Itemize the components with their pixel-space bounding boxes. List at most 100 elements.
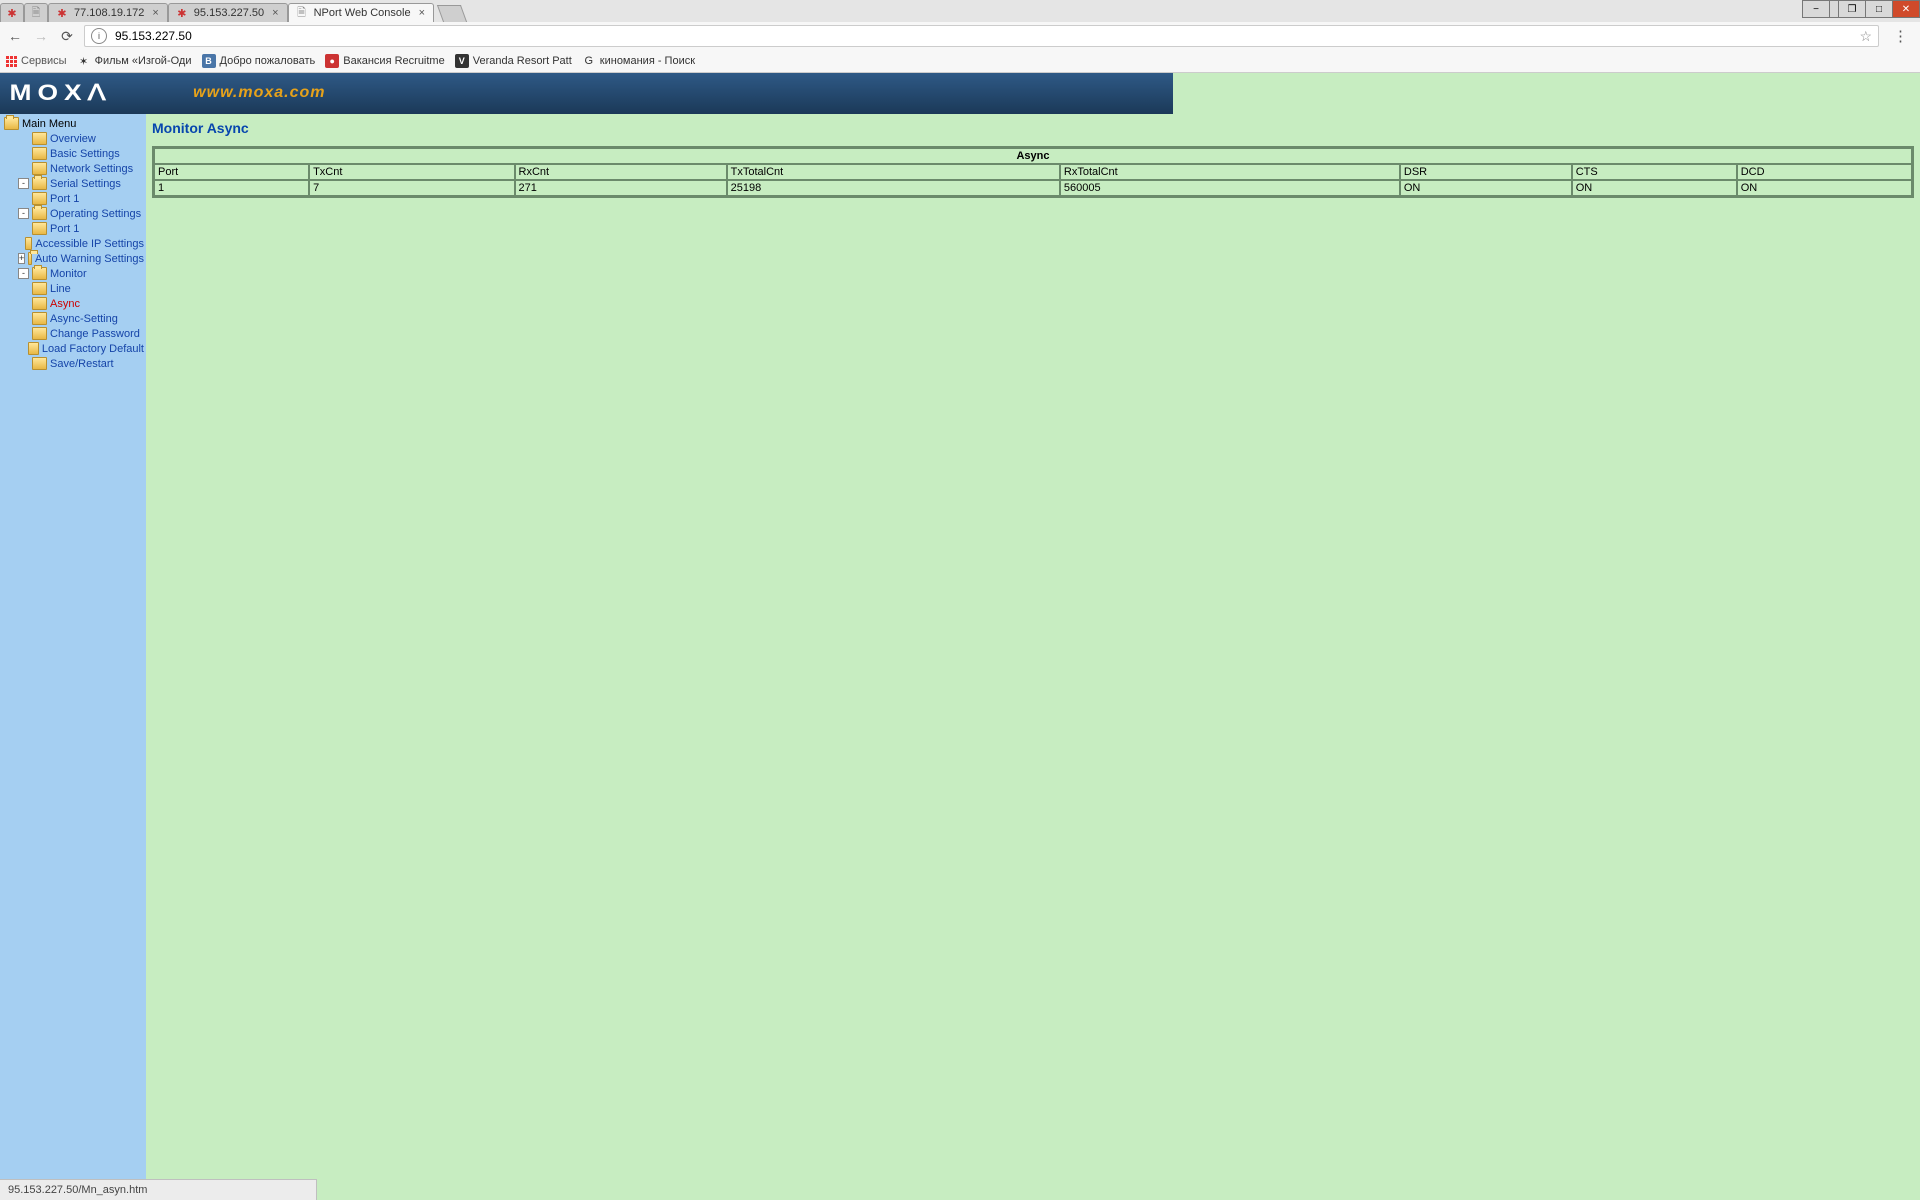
expand-icon[interactable]: - [18, 268, 29, 279]
tree-link[interactable]: Monitor [50, 268, 87, 280]
tree-item-async-setting[interactable]: Async-Setting [2, 311, 144, 326]
bookmark-icon: V [455, 54, 469, 68]
tree-item-network-settings[interactable]: Network Settings [2, 161, 144, 176]
tab-close-icon[interactable]: × [419, 7, 425, 19]
tree-link[interactable]: Overview [50, 133, 96, 145]
bookmark-label: Добро пожаловать [220, 55, 316, 67]
bookmark-star-icon[interactable]: ☆ [1859, 28, 1872, 45]
sidebar: Main Menu Overview Basic Settings Networ… [0, 114, 146, 1200]
col-txcnt: TxCnt [309, 164, 514, 180]
site-info-icon[interactable]: i [91, 28, 107, 44]
tree-item-auto-warning-settings[interactable]: + Auto Warning Settings [2, 251, 144, 266]
tab-label: 77.108.19.172 [74, 7, 144, 19]
tab-2[interactable]: ✱77.108.19.172× [48, 3, 168, 22]
tree-link[interactable]: Async [50, 298, 80, 310]
tab-close-icon[interactable]: × [152, 7, 158, 19]
folder-icon [32, 147, 47, 160]
tree-link[interactable]: Save/Restart [50, 358, 114, 370]
page-title: Monitor Async [152, 120, 1914, 136]
window-close-button[interactable]: ✕ [1893, 0, 1920, 18]
omnibox[interactable]: i ☆ [84, 25, 1879, 47]
bookmark-0[interactable]: ✶Фильм «Изгой-Оди [77, 54, 192, 68]
folder-icon [28, 342, 39, 355]
tree-link[interactable]: Port 1 [50, 193, 79, 205]
bookmark-1[interactable]: BДобро пожаловать [202, 54, 316, 68]
nav-forward-button[interactable]: → [32, 27, 50, 45]
tree-link[interactable]: Basic Settings [50, 148, 120, 160]
tree-item-line[interactable]: Line [2, 281, 144, 296]
bookmark-2[interactable]: ●Вакансия Recruitme [325, 54, 444, 68]
tree-item-async[interactable]: Async [2, 296, 144, 311]
tab-1[interactable]: 🗎 [24, 3, 48, 22]
moxa-logo: MOXᐱ [18, 80, 103, 106]
tree-item-accessible-ip-settings[interactable]: Accessible IP Settings [2, 236, 144, 251]
status-bar: 95.153.227.50/Mn_asyn.htm [0, 1179, 317, 1200]
folder-icon [4, 117, 19, 130]
folder-icon [32, 312, 47, 325]
tree-link[interactable]: Network Settings [50, 163, 133, 175]
tree-item-port-1[interactable]: Port 1 [2, 191, 144, 206]
nav-back-button[interactable]: ← [6, 27, 24, 45]
folder-icon [32, 192, 47, 205]
table-cell: 7 [309, 180, 514, 196]
window-maximize-button[interactable]: □ [1866, 0, 1893, 18]
tree-root[interactable]: Main Menu [2, 116, 144, 131]
folder-icon [32, 327, 47, 340]
nav-reload-button[interactable]: ⟳ [58, 27, 76, 45]
folder-icon [32, 267, 47, 280]
window-restore-button[interactable]: ❐ [1839, 0, 1866, 18]
folder-icon [32, 207, 47, 220]
tree-link[interactable]: Change Password [50, 328, 140, 340]
tree-item-port-1[interactable]: Port 1 [2, 221, 144, 236]
col-dcd: DCD [1737, 164, 1912, 180]
bookmark-4[interactable]: Gкиномания - Поиск [582, 54, 695, 68]
col-port: Port [154, 164, 309, 180]
col-dsr: DSR [1400, 164, 1572, 180]
tree-link[interactable]: Auto Warning Settings [35, 253, 144, 265]
window-minimize-button[interactable]: − [1802, 0, 1830, 18]
folder-icon [32, 357, 47, 370]
tree-link[interactable]: Load Factory Default [42, 343, 144, 355]
folder-icon [32, 222, 47, 235]
tree-link[interactable]: Serial Settings [50, 178, 121, 190]
tree-item-overview[interactable]: Overview [2, 131, 144, 146]
apps-grid-icon [6, 56, 17, 67]
tab-3[interactable]: ✱95.153.227.50× [168, 3, 288, 22]
expand-icon[interactable]: + [18, 253, 25, 264]
expand-icon[interactable]: - [18, 178, 29, 189]
page-content: MOXᐱ www.moxa.com Main Menu Overview Bas… [0, 72, 1920, 1200]
tab-label: NPort Web Console [314, 7, 411, 19]
bookmark-icon: ✶ [77, 54, 91, 68]
async-table: AsyncPortTxCntRxCntTxTotalCntRxTotalCntD… [152, 146, 1914, 198]
tree-item-basic-settings[interactable]: Basic Settings [2, 146, 144, 161]
tree-link[interactable]: Async-Setting [50, 313, 118, 325]
browser-menu-icon[interactable]: ⋮ [1887, 27, 1914, 45]
col-txtotalcnt: TxTotalCnt [727, 164, 1060, 180]
tree-item-change-password[interactable]: Change Password [2, 326, 144, 341]
tab-4[interactable]: 🗎 NPort Web Console × [288, 3, 434, 22]
favicon-page-icon: 🗎 [295, 6, 309, 20]
tree-link[interactable]: Line [50, 283, 71, 295]
tree-link[interactable]: Port 1 [50, 223, 79, 235]
tree-item-operating-settings[interactable]: - Operating Settings [2, 206, 144, 221]
table-row: 1727125198560005ONONON [154, 180, 1912, 196]
tree-link[interactable]: Operating Settings [50, 208, 141, 220]
tree-item-serial-settings[interactable]: - Serial Settings [2, 176, 144, 191]
tab-close-icon[interactable]: × [272, 7, 278, 19]
apps-shortcut[interactable]: Сервисы [6, 55, 67, 67]
new-tab-button[interactable] [437, 5, 467, 22]
tree-link[interactable]: Accessible IP Settings [35, 238, 144, 250]
tree-item-save-restart[interactable]: Save/Restart [2, 356, 144, 371]
bookmark-icon: G [582, 54, 596, 68]
url-input[interactable] [113, 28, 1853, 44]
col-rxtotalcnt: RxTotalCnt [1060, 164, 1400, 180]
tab-0[interactable]: ✱ [0, 3, 24, 22]
table-cell: 1 [154, 180, 309, 196]
tab-label: 95.153.227.50 [194, 7, 264, 19]
tree-item-load-factory-default[interactable]: Load Factory Default [2, 341, 144, 356]
bookmark-3[interactable]: VVeranda Resort Patt [455, 54, 572, 68]
table-cell: ON [1400, 180, 1572, 196]
tree-item-monitor[interactable]: - Monitor [2, 266, 144, 281]
expand-icon[interactable]: - [18, 208, 29, 219]
window-sep-button[interactable] [1830, 0, 1839, 18]
